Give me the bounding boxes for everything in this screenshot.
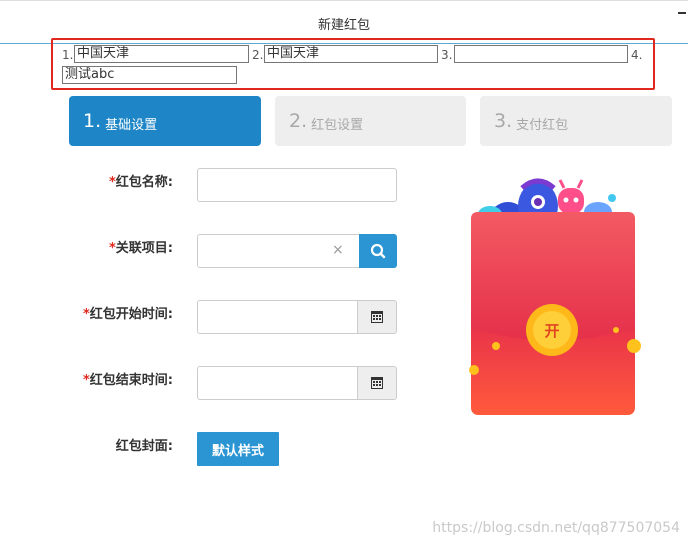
default-style-button[interactable]: 默认样式 xyxy=(197,432,279,466)
search-icon xyxy=(370,243,386,259)
text-input-2[interactable]: 中国天津 xyxy=(264,45,438,63)
calendar-icon xyxy=(371,311,383,323)
start-calendar-button[interactable] xyxy=(357,300,397,334)
end-time-input[interactable] xyxy=(197,366,359,400)
start-time-input[interactable] xyxy=(197,300,359,334)
input-label-3: 3. xyxy=(441,48,453,62)
input-label-2: 2. xyxy=(252,48,264,62)
step-number: 1. xyxy=(83,110,102,132)
search-button[interactable] xyxy=(359,234,397,268)
step-envelope-settings[interactable]: 2. 红包设置 xyxy=(275,96,466,146)
related-project-label: *关联项目: xyxy=(108,241,173,256)
text-input-4[interactable]: 测试abc xyxy=(62,66,237,84)
step-basic-settings[interactable]: 1. 基础设置 xyxy=(69,96,261,146)
minimize-icon[interactable] xyxy=(678,12,686,14)
calendar-icon xyxy=(371,377,383,389)
step-pay-envelope[interactable]: 3. 支付红包 xyxy=(480,96,672,146)
step-number: 3. xyxy=(494,110,513,132)
envelope-name-input[interactable] xyxy=(197,168,397,202)
step-number: 2. xyxy=(289,110,308,132)
text-input-3[interactable] xyxy=(454,45,628,63)
end-time-label: *红包结束时间: xyxy=(82,373,173,388)
clear-icon[interactable]: × xyxy=(332,243,344,257)
dialog-title: 新建红包 xyxy=(317,18,370,33)
start-time-label: *红包开始时间: xyxy=(82,307,173,322)
open-coin-label: 开 xyxy=(544,322,559,340)
watermark: https://blog.csdn.net/qq877507054 xyxy=(432,520,680,536)
red-envelope-illustration: 开 xyxy=(469,178,641,415)
text-input-1[interactable]: 中国天津 xyxy=(74,45,249,63)
end-calendar-button[interactable] xyxy=(357,366,397,400)
step-label: 红包设置 xyxy=(311,117,364,133)
cover-label: 红包封面: xyxy=(115,439,173,454)
step-label: 基础设置 xyxy=(105,117,158,133)
highlighted-inputs-box: 1. 中国天津 2. 中国天津 3. 4. 测试abc xyxy=(51,38,655,90)
step-label: 支付红包 xyxy=(516,117,569,133)
input-label-1: 1. xyxy=(62,48,74,62)
input-label-4: 4. xyxy=(631,48,643,62)
envelope-name-label: *红包名称: xyxy=(108,175,173,190)
